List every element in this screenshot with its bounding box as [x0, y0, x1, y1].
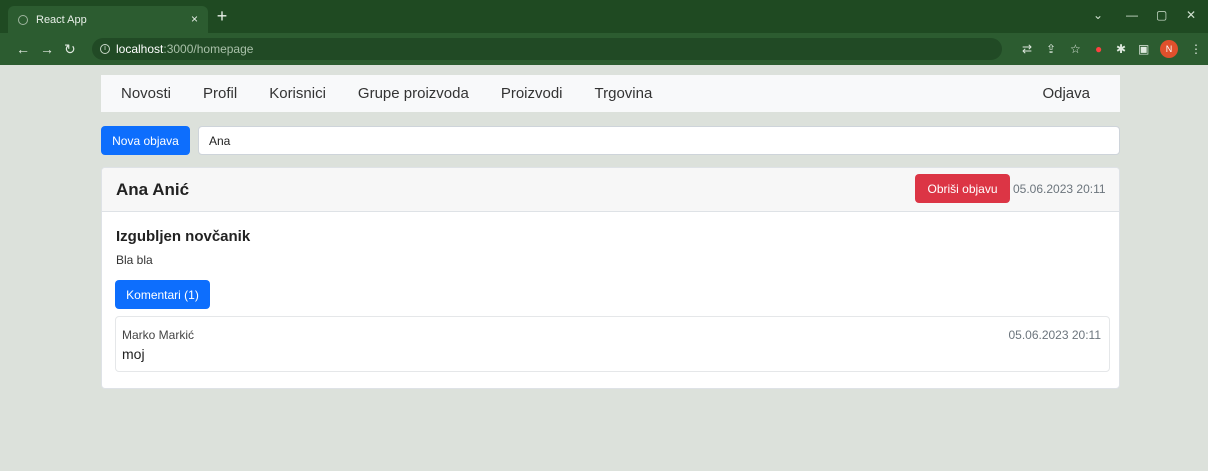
nav-trgovina[interactable]: Trgovina [579, 85, 669, 102]
post-body: Bla bla [116, 253, 153, 267]
forward-icon[interactable]: → [40, 41, 54, 57]
reload-icon[interactable]: ↻ [64, 41, 76, 58]
post-date: 05.06.2023 20:11 [1013, 182, 1106, 196]
main-navbar: Novosti Profil Korisnici Grupe proizvoda… [101, 75, 1120, 112]
info-icon[interactable]: i [100, 44, 110, 54]
new-tab-button[interactable]: + [210, 6, 234, 28]
favicon-icon [18, 14, 28, 25]
translate-icon[interactable]: ⇄ [1022, 42, 1032, 56]
comment-author: Marko Markić [122, 328, 195, 342]
nav-korisnici[interactable]: Korisnici [253, 85, 342, 102]
browser-tab[interactable]: React App × [8, 6, 208, 33]
extension-icon[interactable]: ● [1095, 42, 1102, 56]
delete-post-button[interactable]: Obriši objavu [915, 174, 1010, 203]
bookmark-star-icon[interactable]: ☆ [1070, 42, 1081, 56]
new-post-button[interactable]: Nova objava [101, 126, 190, 155]
menu-kebab-icon[interactable]: ⋮ [1190, 42, 1202, 56]
comment-item: Marko Markić 05.06.2023 20:11 moj [115, 316, 1110, 372]
minimize-icon[interactable]: — [1126, 8, 1138, 22]
post-text-input[interactable]: Ana [198, 126, 1120, 155]
tab-search-icon[interactable]: ⌄ [1093, 8, 1103, 22]
post-author: Ana Anić [116, 180, 190, 199]
post-header: Ana Anić Obriši objavu 05.06.2023 20:11 [102, 168, 1119, 212]
nav-novosti[interactable]: Novosti [101, 85, 187, 102]
nav-proizvodi[interactable]: Proizvodi [485, 85, 579, 102]
profile-avatar[interactable]: N [1160, 40, 1178, 58]
side-panel-icon[interactable]: ▣ [1138, 42, 1149, 56]
nav-profil[interactable]: Profil [187, 85, 253, 102]
comment-text: moj [122, 346, 145, 362]
comment-date: 05.06.2023 20:11 [1008, 328, 1101, 342]
address-bar[interactable]: i localhost:3000/homepage [92, 38, 1002, 60]
url-host: localhost [116, 42, 164, 56]
url-path: :3000/homepage [163, 42, 254, 56]
nav-grupe-proizvoda[interactable]: Grupe proizvoda [342, 85, 485, 102]
post-card: Ana Anić Obriši objavu 05.06.2023 20:11 … [101, 167, 1120, 389]
close-window-icon[interactable]: ✕ [1186, 8, 1196, 22]
back-icon[interactable]: ← [16, 41, 30, 57]
share-icon[interactable]: ⇪ [1046, 42, 1056, 56]
browser-tab-bar: React App × + ⌄ — ▢ ✕ [0, 0, 1208, 33]
restore-icon[interactable]: ▢ [1156, 8, 1167, 22]
tab-title: React App [36, 13, 87, 26]
comments-toggle-button[interactable]: Komentari (1) [115, 280, 210, 309]
tab-close-icon[interactable]: × [191, 12, 198, 26]
logout-link[interactable]: Odjava [1026, 85, 1120, 102]
extensions-puzzle-icon[interactable]: ✱ [1116, 42, 1126, 56]
post-title: Izgubljen novčanik [116, 228, 251, 245]
